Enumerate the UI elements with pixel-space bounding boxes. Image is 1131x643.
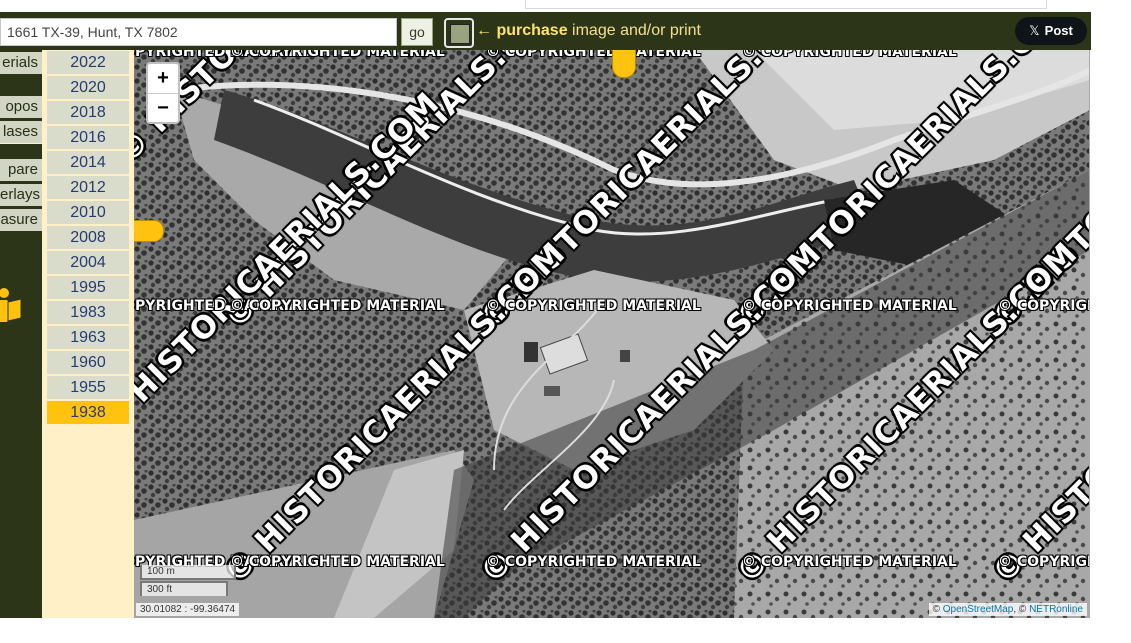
- year-button-2004[interactable]: 2004: [47, 251, 129, 274]
- year-button-1955[interactable]: 1955: [47, 376, 129, 399]
- year-button-1938[interactable]: 1938: [47, 401, 129, 424]
- watermark-copyright: © COPYRIGHTED MATERIAL: [742, 298, 957, 314]
- sidebar-item-atlases[interactable]: lases: [0, 121, 42, 143]
- attribution-prefix: ©: [932, 604, 943, 615]
- attribution-separator: , ©: [1013, 604, 1030, 615]
- person-book-icon[interactable]: [0, 288, 24, 324]
- year-button-2008[interactable]: 2008: [47, 226, 129, 249]
- map-attribution: © OpenStreetMap, © NETRonline: [928, 603, 1087, 616]
- watermark-copyright: © COPYRIGHTED MATERIAL: [486, 298, 701, 314]
- map-pin-icon[interactable]: [134, 220, 164, 242]
- scale-bar-imperial: 300 ft: [140, 581, 228, 596]
- year-button-2020[interactable]: 2020: [47, 76, 129, 99]
- year-button-1995[interactable]: 1995: [47, 276, 129, 299]
- x-logo-icon: 𝕏: [1029, 23, 1040, 38]
- year-button-2014[interactable]: 2014: [47, 151, 129, 174]
- year-button-1963[interactable]: 1963: [47, 326, 129, 349]
- address-search-input[interactable]: 1661 TX-39, Hunt, TX 7802: [0, 18, 397, 46]
- year-button-1983[interactable]: 1983: [47, 301, 129, 324]
- sidebar-item-measure[interactable]: asure: [0, 209, 42, 231]
- purchase-frame-icon[interactable]: [444, 18, 474, 48]
- netronline-link[interactable]: NETRonline: [1029, 604, 1083, 615]
- watermark-copyright: © COPYRIGHTED MATERIAL: [998, 298, 1089, 314]
- year-list: 2022 2020 2018 2016 2014 2012 2010 2008 2004 1995…: [42, 50, 134, 618]
- x-post-button[interactable]: 𝕏 Post: [1015, 17, 1087, 45]
- x-post-label: Post: [1044, 23, 1073, 38]
- watermark-copyright: © COPYRIGHTED MATERIAL: [742, 50, 957, 60]
- watermark-copyright: © COPYRIGHTED MATERIAL: [742, 554, 957, 570]
- watermark-copyright: © COPYRIGHTED MATERIAL: [230, 298, 445, 314]
- osm-link[interactable]: OpenStreetMap: [943, 604, 1014, 615]
- year-button-2010[interactable]: 2010: [47, 201, 129, 224]
- watermark-copyright: © COPYRIGHTED MATERIAL: [486, 50, 701, 60]
- year-button-2016[interactable]: 2016: [47, 126, 129, 149]
- sidebar-item-aerials[interactable]: erials: [0, 52, 42, 74]
- go-button[interactable]: go: [401, 18, 433, 46]
- zoom-in-button[interactable]: +: [148, 64, 178, 94]
- scale-bar-metric: 100 m: [140, 565, 236, 580]
- left-sidebar: erials 1938 opos lases pare erlays asure: [0, 50, 42, 618]
- coordinates-readout: 30.01082 : -99.36474: [136, 603, 240, 616]
- sidebar-item-topos[interactable]: opos: [0, 96, 42, 118]
- top-strip: [0, 0, 1131, 12]
- purchase-link[interactable]: ← purchase image and/or print: [476, 22, 701, 40]
- zoom-out-button[interactable]: −: [148, 94, 178, 123]
- ad-frame: [525, 0, 1047, 9]
- year-button-2012[interactable]: 2012: [47, 176, 129, 199]
- zoom-control: + −: [146, 62, 180, 124]
- sidebar-item-overlays[interactable]: erlays: [0, 184, 42, 206]
- map-pin-icon[interactable]: [612, 50, 636, 78]
- watermark-copyright: © COPYRIGHTED MATERIAL: [486, 554, 701, 570]
- purchase-link-strong: ← purchase: [476, 22, 568, 39]
- year-button-2022[interactable]: 2022: [47, 51, 129, 74]
- year-button-1960[interactable]: 1960: [47, 351, 129, 374]
- watermark-copyright: © COPYRIGHTED MATERIAL: [230, 554, 445, 570]
- purchase-link-rest: image and/or print: [567, 22, 701, 39]
- watermark-copyright: © COPYRIGHTED MATERIAL: [998, 554, 1089, 570]
- year-button-2018[interactable]: 2018: [47, 101, 129, 124]
- aerial-map[interactable]: © HISTORICAERIALS.COM © HISTORICAERIALS.…: [134, 50, 1090, 618]
- sidebar-item-compare[interactable]: pare: [0, 159, 42, 181]
- watermark-copyright: © COPYRIGHTED MATERIAL: [230, 50, 445, 60]
